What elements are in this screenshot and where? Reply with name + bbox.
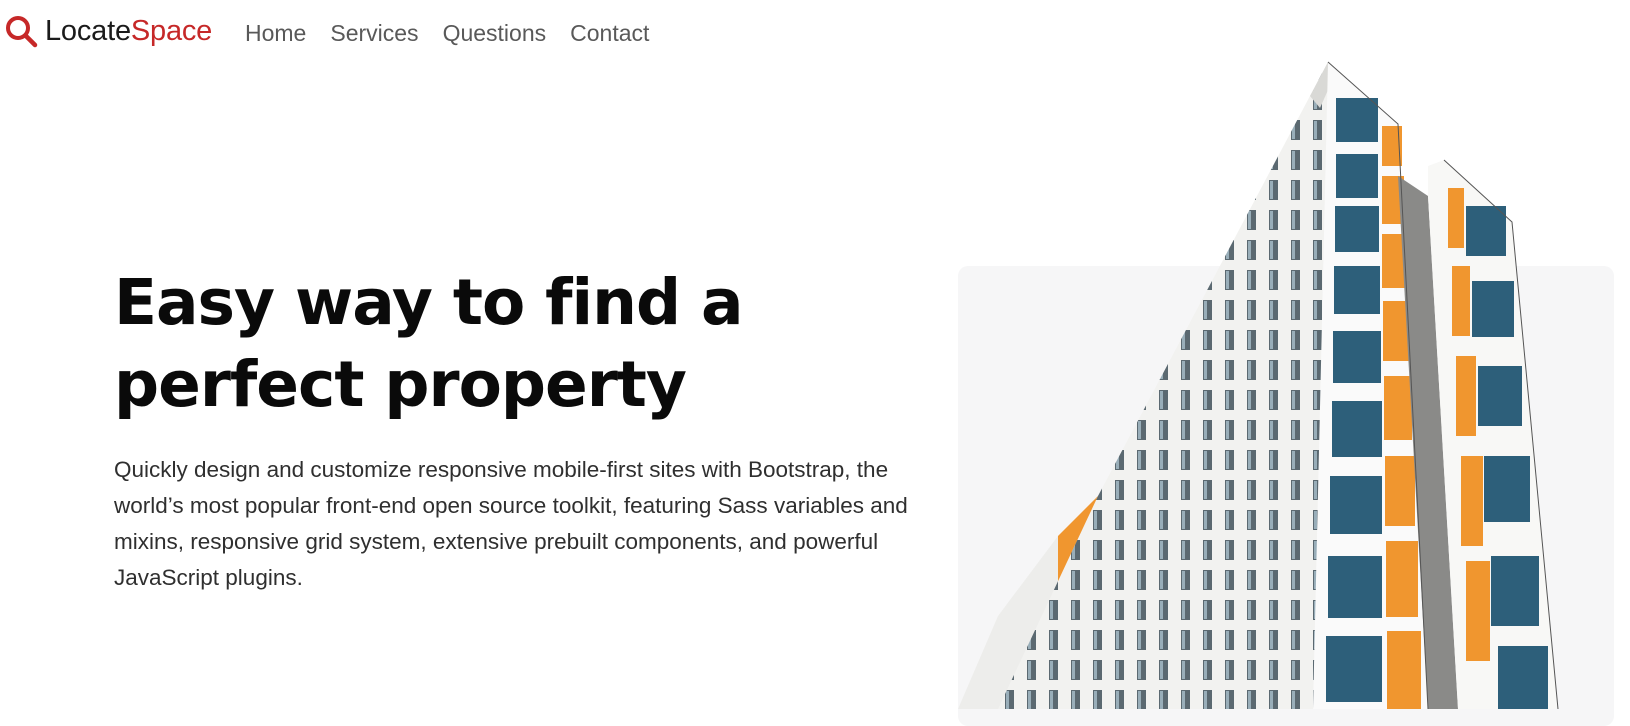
nav-link-home[interactable]: Home [245, 17, 306, 49]
hero-title-line-1: Easy way to find a [114, 266, 744, 339]
brand-name: LocateSpace [45, 14, 212, 48]
hero-title: Easy way to find a perfect property [114, 262, 934, 426]
nav-link-contact[interactable]: Contact [570, 17, 649, 49]
nav-link-questions[interactable]: Questions [443, 17, 547, 49]
search-icon [6, 16, 38, 48]
nav-link-services[interactable]: Services [330, 17, 418, 49]
building-image [958, 61, 1559, 709]
hero-description: Quickly design and customize responsive … [114, 457, 908, 590]
brand-name-locate: Locate [45, 15, 131, 47]
brand-name-space: Space [130, 15, 213, 47]
hero-title-line-2: perfect property [114, 348, 687, 421]
brand-logo-link[interactable]: LocateSpace [4, 14, 212, 48]
nav-menu: Home Services Questions Contact [245, 17, 673, 49]
